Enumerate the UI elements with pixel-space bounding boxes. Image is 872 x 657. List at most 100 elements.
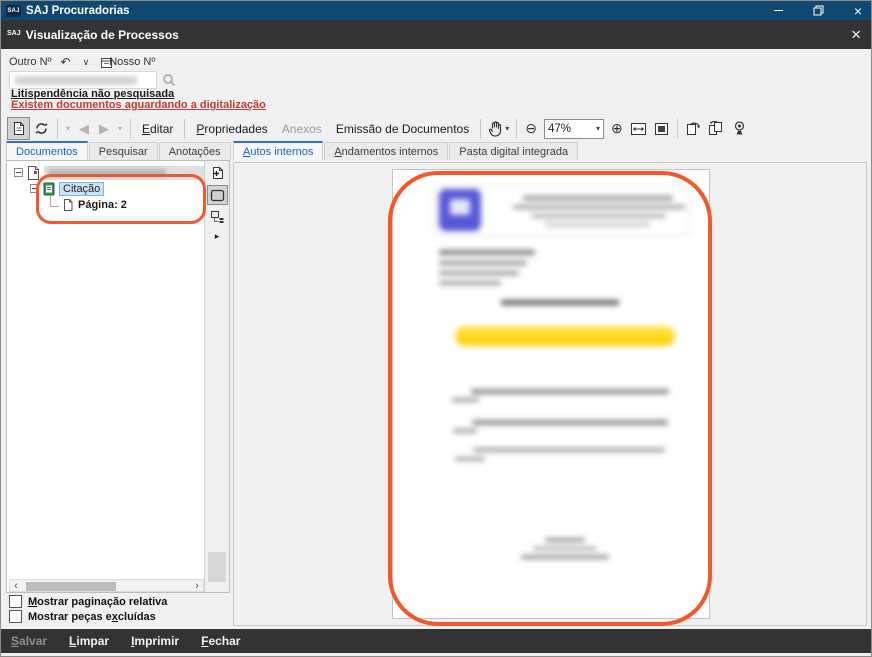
blurred-root-text — [48, 169, 166, 177]
zoom-out-button[interactable]: ⊖ — [521, 120, 541, 137]
search-icon[interactable] — [162, 73, 176, 87]
tree-connector — [50, 195, 59, 207]
checkbox-icon[interactable] — [9, 610, 22, 623]
doc-logo — [439, 189, 481, 231]
zoom-level-value: 47% — [548, 123, 596, 135]
toolbar-separator — [130, 119, 131, 139]
toolbar-separator — [480, 119, 481, 139]
process-number-input[interactable] — [9, 71, 157, 89]
option-pecas-label: Mostrar peças excluídas — [28, 611, 156, 623]
imprimir-button[interactable]: Imprimir — [131, 634, 179, 648]
tab-documentos[interactable]: Documentos — [6, 141, 88, 160]
pan-tool-button[interactable]: ▾ — [485, 121, 512, 137]
titlebar: SAJ SAJ Procuradorias × — [1, 1, 871, 20]
propriedades-button[interactable]: Propriedades — [189, 122, 274, 136]
zoom-dropdown-icon[interactable]: ▾ — [596, 124, 600, 133]
zoom-in-button[interactable]: ⊕ — [607, 120, 627, 137]
rotate-all-pages-icon — [708, 121, 724, 136]
strip-more-arrow[interactable]: ▸ — [205, 231, 229, 242]
limpar-button[interactable]: Limpar — [69, 634, 109, 648]
tab-anotacoes[interactable]: Anotações — [159, 142, 231, 160]
hand-icon — [488, 121, 502, 137]
nosso-numero-label: Nosso Nº — [109, 56, 155, 68]
document-form-icon — [12, 121, 26, 136]
last-page-dropdown-icon[interactable]: ▾ — [114, 124, 126, 133]
option-paginacao-relativa[interactable]: Mostrar paginação relativa — [9, 595, 167, 608]
dialog-close-button[interactable]: × — [851, 25, 861, 45]
page-frame-icon — [210, 189, 225, 202]
collapse-icon[interactable] — [30, 184, 39, 193]
option-pecas-excluidas[interactable]: Mostrar peças excluídas — [9, 610, 156, 623]
fit-page-icon — [654, 122, 669, 136]
tree-pagina-row[interactable]: Página: 2 — [50, 197, 127, 212]
editar-button[interactable]: Editar — [135, 122, 180, 136]
left-tab-bar: Documentos Pesquisar Anotações — [6, 141, 232, 160]
window-title: SAJ Procuradorias — [26, 5, 130, 17]
saj-app-icon: SAJ — [6, 5, 21, 17]
tree-root-label[interactable] — [44, 166, 204, 180]
structure-view-button[interactable] — [207, 207, 228, 227]
emissao-documentos-button[interactable]: Emissão de Documentos — [329, 122, 476, 136]
document-page — [392, 169, 710, 619]
previous-page-button[interactable]: ◀ — [74, 121, 94, 137]
right-tab-bar: Autos internos Andamentos internos Pasta… — [233, 141, 579, 160]
tree-item-citacao[interactable]: Citação — [59, 182, 104, 196]
first-page-dropdown-icon[interactable]: ▾ — [62, 124, 74, 133]
scroll-left-arrow[interactable]: ‹ — [10, 581, 22, 591]
view-document-button[interactable] — [7, 117, 30, 140]
pan-dropdown-icon[interactable]: ▾ — [505, 124, 509, 133]
tab-pasta-digital[interactable]: Pasta digital integrada — [449, 142, 578, 160]
restore-button[interactable] — [811, 4, 825, 18]
hierarchy-icon — [210, 210, 224, 224]
scroll-track[interactable] — [22, 580, 191, 591]
rotate-all-pages-button[interactable] — [705, 117, 728, 140]
dialog-title: Visualização de Processos — [26, 28, 179, 42]
blurred-process-number — [15, 76, 137, 85]
rotate-page-button[interactable] — [682, 117, 705, 140]
collapse-icon[interactable] — [14, 168, 23, 177]
tree-item-pagina[interactable]: Página: 2 — [78, 199, 127, 211]
document-preview-area[interactable] — [233, 162, 867, 626]
tab-pesquisar[interactable]: Pesquisar — [89, 142, 158, 160]
minimize-icon — [774, 10, 783, 11]
scroll-right-arrow[interactable]: › — [191, 581, 203, 591]
strip-scroll-thumb[interactable] — [208, 552, 226, 582]
single-page-view-button[interactable] — [207, 185, 228, 205]
citacao-document-icon — [43, 182, 55, 196]
scroll-thumb[interactable] — [26, 582, 116, 591]
zoom-level-combobox[interactable]: 47% ▾ — [544, 119, 604, 139]
blurred-document-content — [393, 170, 709, 618]
salvar-button: Salvar — [11, 634, 47, 648]
refresh-button[interactable] — [30, 117, 53, 140]
fechar-button[interactable]: Fechar — [201, 634, 240, 648]
checkbox-icon[interactable] — [9, 595, 22, 608]
digitalizacao-link[interactable]: Existem documentos aguardando a digitali… — [11, 99, 266, 111]
rotate-page-icon — [685, 121, 701, 136]
webcam-capture-button[interactable] — [728, 117, 751, 140]
fit-page-button[interactable] — [650, 117, 673, 140]
tree-horizontal-scrollbar[interactable]: ‹ › — [9, 579, 204, 592]
main-toolbar: ▾ ◀ ▶ ▾ Editar Propriedades Anexos Emiss… — [7, 115, 751, 142]
tab-andamentos-internos[interactable]: Andamentos internos — [324, 142, 448, 160]
page-icon — [63, 199, 73, 211]
saj-sub-icon: SAJ — [7, 30, 21, 37]
action-bar: Salvar Limpar Imprimir Fechar — [1, 629, 871, 653]
toolbar-separator — [57, 119, 58, 139]
fit-width-button[interactable] — [627, 117, 650, 140]
fit-width-icon — [630, 122, 647, 136]
tree-tools-strip: ▸ — [204, 161, 229, 592]
tree-citacao-row[interactable]: Citação — [30, 181, 104, 196]
close-button[interactable]: × — [851, 4, 865, 18]
doc-yellow-highlight — [455, 326, 675, 346]
next-page-button[interactable]: ▶ — [94, 121, 114, 137]
process-document-icon — [27, 166, 39, 180]
minimize-button[interactable] — [771, 4, 785, 18]
add-page-button[interactable] — [207, 163, 228, 183]
process-number-row: Outro Nº ↶ ∨ Nosso Nº — [9, 55, 155, 69]
tree-root-row[interactable] — [14, 165, 204, 180]
undo-arrow-icon[interactable]: ↶ — [61, 55, 71, 69]
option-paginacao-label: Mostrar paginação relativa — [28, 596, 167, 608]
webcam-icon — [733, 121, 746, 136]
tab-autos-internos[interactable]: Autos internos — [233, 141, 323, 160]
chevron-down-icon[interactable]: ∨ — [83, 57, 90, 68]
